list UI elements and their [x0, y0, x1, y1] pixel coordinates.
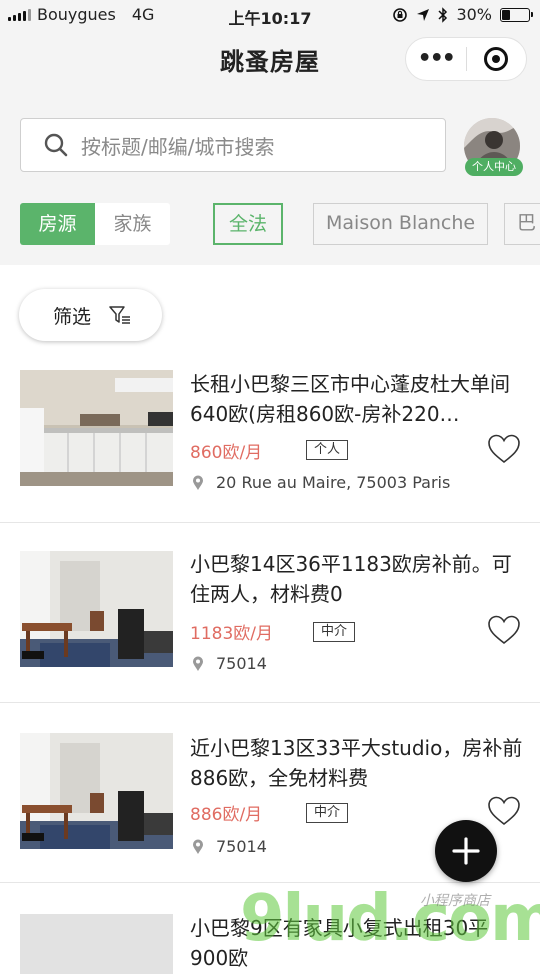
tab-listings[interactable]: 房源 — [20, 203, 95, 245]
listing-price: 860欧/月 — [190, 443, 263, 463]
region-chip-paris[interactable]: 巴 — [504, 203, 540, 245]
ellipsis-icon[interactable]: ••• — [406, 37, 466, 81]
close-button[interactable] — [466, 47, 526, 71]
listing-card[interactable]: 长租小巴黎三区市中心蓬皮杜大单间640欧(房租860欧-房补220… 860欧/… — [0, 343, 540, 523]
listing-address: 75014 — [192, 654, 267, 673]
category-toggle: 房源 家族 — [20, 203, 170, 245]
heart-icon[interactable] — [487, 615, 521, 645]
location-pin-icon — [193, 839, 203, 854]
search-icon — [44, 133, 68, 157]
search-placeholder: 按标题/邮编/城市搜索 — [81, 134, 275, 159]
bluetooth-icon — [438, 6, 448, 23]
battery-icon — [500, 7, 533, 22]
listing-card[interactable]: 小巴黎14区36平1183欧房补前。可住两人，材料费0 1183欧/月 中介 7… — [0, 523, 540, 703]
watermark-logo: 9lud.com — [240, 882, 540, 956]
listing-photo-living-room — [20, 551, 173, 667]
add-listing-button[interactable] — [435, 820, 497, 882]
target-icon — [484, 47, 509, 71]
heart-icon[interactable] — [487, 434, 521, 464]
listing-photo-kitchen — [20, 370, 173, 486]
listing-price: 886欧/月 — [190, 805, 263, 825]
tab-family[interactable]: 家族 — [95, 203, 170, 245]
profile-badge: 个人中心 — [465, 158, 523, 176]
listing-title: 小巴黎14区36平1183欧房补前。可住两人，材料费0 — [190, 552, 512, 606]
listing-address: 75014 — [192, 837, 267, 856]
listing-price: 1183欧/月 — [190, 624, 273, 644]
listing-photo-placeholder — [20, 914, 173, 974]
location-pin-icon — [193, 475, 203, 490]
heart-icon[interactable] — [487, 796, 521, 826]
listing-address-text: 75014 — [216, 837, 267, 856]
location-pin-icon — [193, 656, 203, 671]
rotation-lock-icon — [393, 7, 408, 22]
listing-title: 近小巴黎13区33平大studio，房补前886欧，全免材料费 — [190, 736, 523, 790]
status-bar: Bouygues 4G 上午10:17 30% — [0, 0, 540, 30]
filter-icon — [109, 306, 131, 324]
miniprogram-capsule: ••• — [405, 37, 527, 81]
region-chip-all-france[interactable]: 全法 — [213, 203, 283, 245]
filter-button[interactable]: 筛选 — [19, 289, 162, 341]
location-icon — [417, 8, 430, 21]
watermark-subtitle: 小程序商店 — [420, 893, 490, 909]
listing-address-text: 75014 — [216, 654, 267, 673]
listing-tag: 中介 — [306, 803, 349, 823]
plus-icon — [452, 837, 480, 865]
search-input[interactable]: 按标题/邮编/城市搜索 — [20, 118, 446, 172]
top-section: Bouygues 4G 上午10:17 30% 跳蚤房屋 ••• 按标题/邮编/… — [0, 0, 540, 265]
nav-bar: 跳蚤房屋 ••• — [0, 32, 540, 84]
listing-title: 长租小巴黎三区市中心蓬皮杜大单间640欧(房租860欧-房补220… — [190, 372, 510, 426]
listing-photo-living-room — [20, 733, 173, 849]
listing-tag: 个人 — [306, 440, 349, 460]
listing-address: 20 Rue au Maire, 75003 Paris — [192, 473, 450, 492]
listing-tag: 中介 — [313, 622, 356, 642]
filter-label: 筛选 — [53, 305, 92, 328]
profile-button[interactable]: 个人中心 — [464, 118, 523, 178]
region-chip-maison-blanche[interactable]: Maison Blanche — [313, 203, 489, 245]
listing-address-text: 20 Rue au Maire, 75003 Paris — [216, 473, 451, 492]
battery-percent: 30% — [456, 5, 492, 24]
